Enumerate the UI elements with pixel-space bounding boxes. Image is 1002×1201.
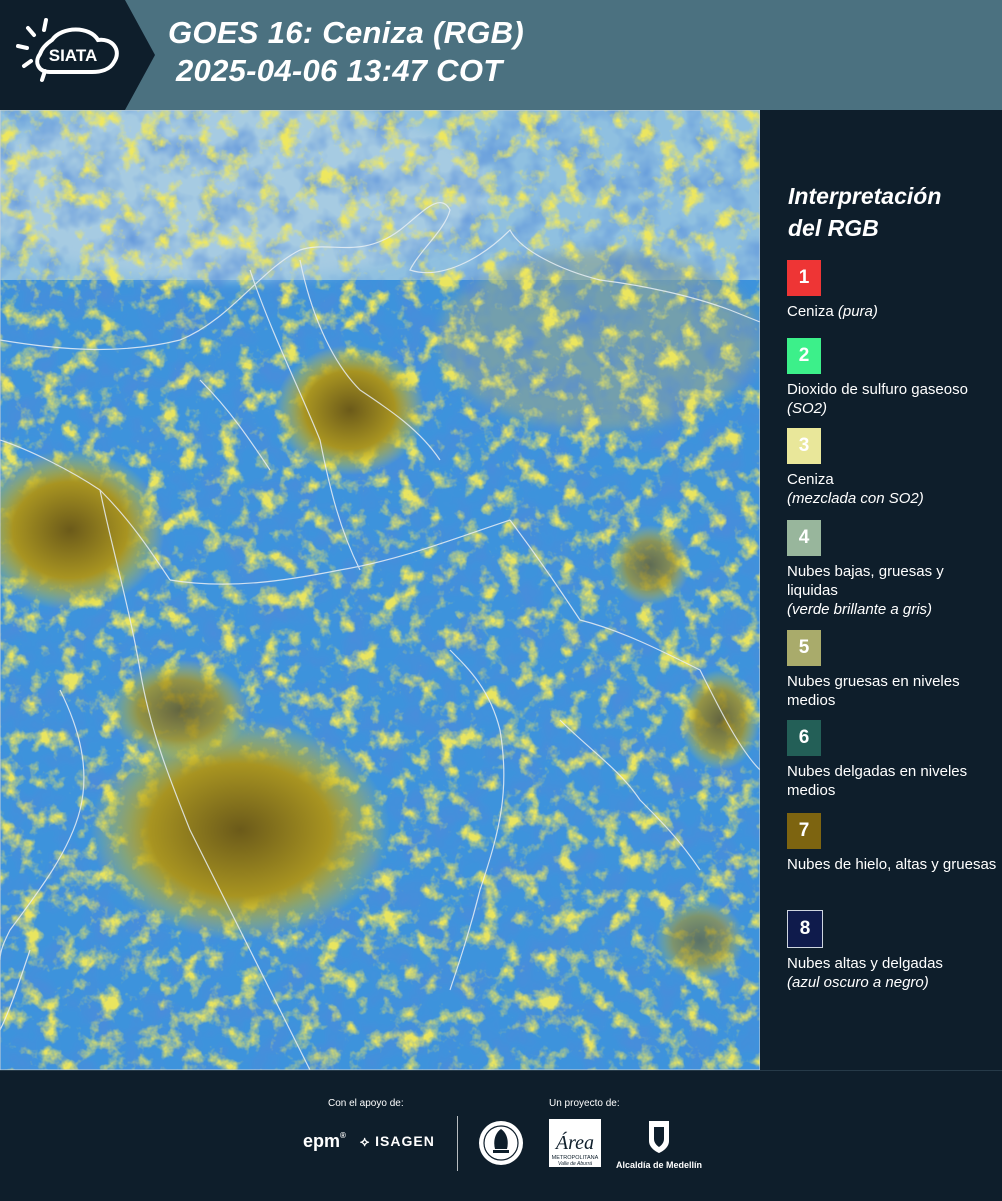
isagen-logo-text: ISAGEN: [375, 1133, 435, 1149]
footer-divider: [457, 1116, 458, 1171]
legend-note: (mezclada con SO2): [787, 490, 924, 507]
legend-item-5: 5 Nubes gruesas en niveles medios: [787, 630, 997, 710]
satellite-map[interactable]: [0, 110, 760, 1070]
legend-swatch-3: 3: [787, 428, 821, 464]
legend-swatch-1: 1: [787, 260, 821, 296]
legend-label-4: Nubes bajas, gruesas y liquidas (verde br…: [787, 562, 997, 619]
legend-item-3: 3 Ceniza (mezclada con SO2): [787, 428, 997, 508]
legend-item-1: 1 Ceniza (pura): [787, 260, 997, 321]
legend-swatch-8: 8: [787, 910, 823, 948]
legend-text: Nubes altas y delgadas: [787, 955, 943, 972]
legend-text: Nubes delgadas en niveles medios: [787, 763, 968, 799]
legend-label-1: Ceniza (pura): [787, 302, 997, 321]
title-timestamp: 2025-04-06 13:47 COT: [176, 53, 503, 88]
legend-label-3: Ceniza (mezclada con SO2): [787, 470, 997, 508]
isagen-logo[interactable]: ⟡ ISAGEN: [360, 1133, 435, 1150]
legend-label-5: Nubes gruesas en niveles medios: [787, 672, 997, 710]
legend-note: (azul oscuro a negro): [787, 974, 929, 991]
alcaldia-text: Alcaldía de Medellín: [615, 1160, 703, 1170]
siata-logo[interactable]: SIATA: [0, 0, 155, 110]
legend-text: Ceniza: [787, 471, 834, 488]
svg-text:Área: Área: [554, 1131, 594, 1154]
legend-text: Dioxido de sulfuro gaseoso: [787, 381, 968, 398]
legend-note: (SO2): [787, 400, 828, 417]
footer: Con el apoyo de: Un proyecto de: epm® ⟡ …: [0, 1070, 1002, 1201]
legend-item-2: 2 Dioxido de sulfuro gaseoso (SO2): [787, 338, 997, 418]
legend-item-8: 8 Nubes altas y delgadas (azul oscuro a ne…: [787, 910, 997, 992]
legend-item-6: 6 Nubes delgadas en niveles medios: [787, 720, 997, 800]
legend-text: Nubes bajas, gruesas y liquidas: [787, 563, 944, 599]
legend-panel: Interpretación del RGB 1 Ceniza (pura) 2 Di…: [760, 110, 1002, 1070]
area-line-2: Valle de Aburrá: [558, 1161, 592, 1167]
alcaldia-logo[interactable]: Alcaldía de Medellín: [613, 1119, 705, 1170]
legend-label-6: Nubes delgadas en niveles medios: [787, 762, 997, 800]
page-title: GOES 16: Ceniza (RGB) 2025-04-06 13:47 C…: [168, 14, 524, 90]
legend-title-line-2: del RGB: [788, 215, 879, 241]
legend-title-line-1: Interpretación: [788, 183, 942, 209]
legend-label-7: Nubes de hielo, altas y gruesas: [787, 855, 997, 874]
legend-label-2: Dioxido de sulfuro gaseoso (SO2): [787, 380, 997, 418]
legend-note: (pura): [837, 303, 878, 320]
legend-note: (verde brillante a gris): [787, 601, 933, 618]
logo-text: SIATA: [49, 46, 97, 65]
header-bar: SIATA GOES 16: Ceniza (RGB) 2025-04-06 1…: [0, 0, 1002, 110]
legend-text: Nubes de hielo, altas y gruesas: [787, 856, 997, 873]
title-line-1: GOES 16: Ceniza (RGB): [168, 15, 524, 50]
epm-logo-text: epm: [303, 1131, 341, 1151]
legend-swatch-7: 7: [787, 813, 821, 849]
project-label: Un proyecto de:: [549, 1098, 620, 1109]
legend-swatch-4: 4: [787, 520, 821, 556]
legend-swatch-5: 5: [787, 630, 821, 666]
legend-item-7: 7 Nubes de hielo, altas y gruesas: [787, 813, 997, 874]
legend-text: Ceniza: [787, 303, 834, 320]
area-metropolitana-logo[interactable]: Área METROPOLITANA Valle de Aburrá: [549, 1119, 601, 1172]
legend-item-4: 4 Nubes bajas, gruesas y liquidas (verde b…: [787, 520, 997, 619]
isagen-icon: ⟡: [360, 1133, 371, 1149]
legend-label-8: Nubes altas y delgadas (azul oscuro a neg…: [787, 954, 997, 992]
legend-swatch-6: 6: [787, 720, 821, 756]
legend-text: Nubes gruesas en niveles medios: [787, 673, 960, 709]
antioquia-seal[interactable]: [477, 1119, 525, 1172]
legend-swatch-2: 2: [787, 338, 821, 374]
support-label: Con el apoyo de:: [328, 1098, 404, 1109]
alcaldia-shield-icon: [649, 1121, 669, 1153]
epm-logo[interactable]: epm®: [303, 1131, 346, 1152]
legend-title: Interpretación del RGB: [788, 180, 941, 244]
